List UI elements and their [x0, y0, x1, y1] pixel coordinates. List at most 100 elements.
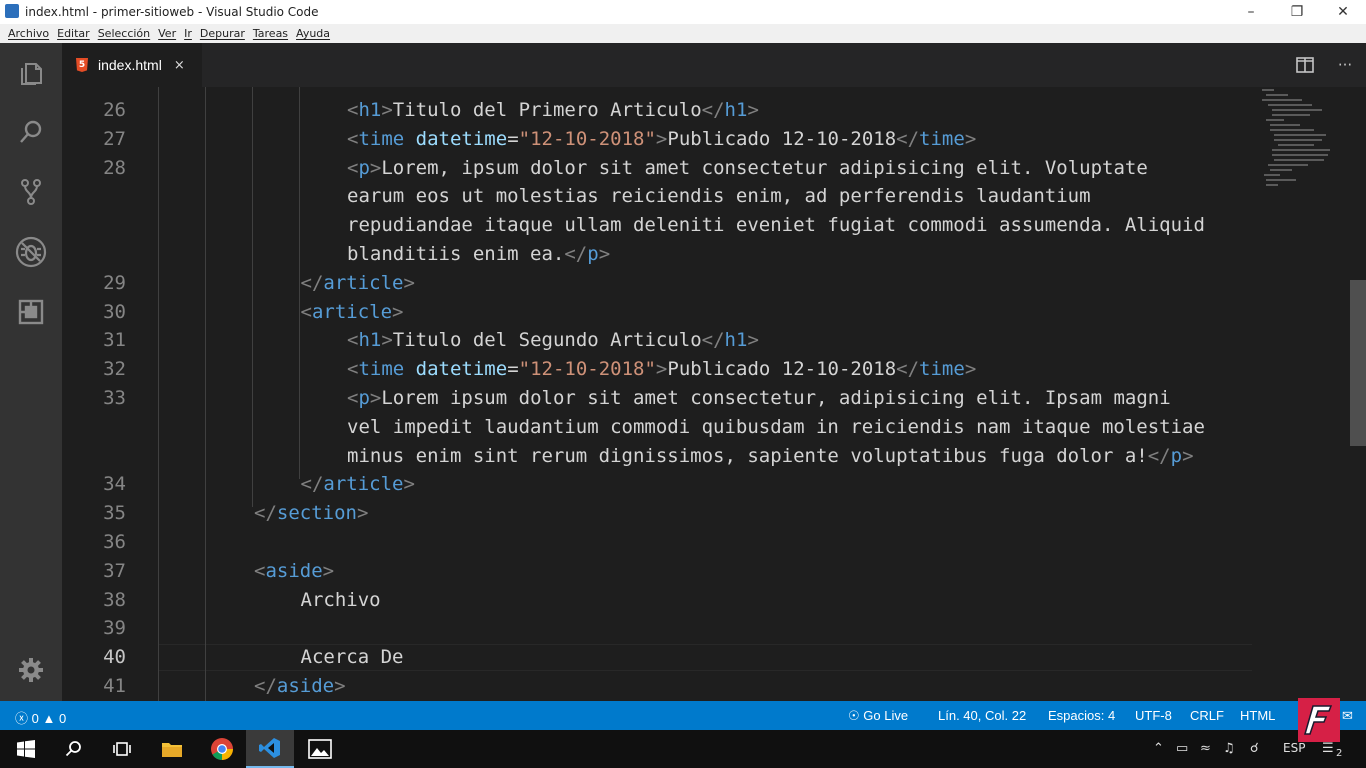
code-line[interactable]: 40 Acerca De: [62, 643, 1252, 672]
code-line[interactable]: blanditiis enim ea.</p>: [62, 240, 1252, 269]
code-line[interactable]: 32 <time datetime="12-10-2018">Publicado …: [62, 355, 1252, 384]
code-line[interactable]: 33 <p>Lorem ipsum dolor sit amet consecte…: [62, 384, 1252, 413]
volume-icon[interactable]: ♫: [1223, 741, 1235, 756]
code-token-str: "12-10-2018": [518, 127, 656, 150]
code-line[interactable]: earum eos ut molestias reiciendis enim, …: [62, 182, 1252, 211]
line-number: 38: [103, 588, 126, 611]
source-control-icon[interactable]: [0, 163, 62, 221]
eol-setting[interactable]: CRLF: [1190, 708, 1224, 723]
menu-ayuda[interactable]: Ayuda: [292, 27, 334, 40]
search-icon[interactable]: [0, 103, 62, 161]
menu-bar: Archivo Editar Selección Ver Ir Depurar …: [0, 24, 1366, 43]
minimize-icon[interactable]: –: [1228, 0, 1274, 24]
go-live-button[interactable]: ☉ Go Live: [848, 708, 908, 724]
minimap-line: [1272, 109, 1322, 111]
code-line[interactable]: vel impedit laudantium commodi quibusdam…: [62, 413, 1252, 442]
minimap-line: [1262, 99, 1302, 101]
more-actions-icon[interactable]: ···: [1334, 55, 1356, 75]
input-language[interactable]: ESP: [1283, 741, 1305, 755]
split-editor-icon[interactable]: [1294, 55, 1316, 75]
line-number: 31: [103, 329, 126, 352]
close-icon[interactable]: ✕: [1320, 0, 1366, 24]
code-line[interactable]: 38 Archivo: [62, 586, 1252, 615]
explorer-icon[interactable]: [0, 45, 62, 103]
line-number: 41: [103, 675, 126, 697]
code-token-tag: h1: [724, 99, 748, 121]
code-line[interactable]: 26 <h1>Titulo del Primero Articulo</h1>: [62, 96, 1252, 125]
menu-depurar[interactable]: Depurar: [196, 27, 249, 40]
code-token-bracket: >: [964, 127, 977, 150]
chrome-icon[interactable]: [198, 730, 246, 768]
menu-tareas[interactable]: Tareas: [249, 27, 292, 40]
code-line[interactable]: 36: [62, 528, 1252, 557]
code-token-bracket: >: [381, 99, 393, 121]
problems-indicator[interactable]: ⓧ 0 ▲ 0: [15, 708, 66, 727]
code-line[interactable]: 41 </aside>: [62, 672, 1252, 701]
file-explorer-icon[interactable]: [148, 730, 196, 768]
code-token-attr: datetime: [415, 358, 508, 381]
line-code: <time datetime="12-10-2018">Publicado 12…: [347, 355, 976, 384]
code-line[interactable]: 39: [62, 614, 1252, 643]
code-token-text: blanditiis enim ea.: [347, 243, 565, 265]
code-line[interactable]: 27 <time datetime="12-10-2018">Publicado …: [62, 125, 1252, 154]
code-line[interactable]: 31 <h1>Titulo del Segundo Articulo</h1>: [62, 326, 1252, 355]
code-token-bracket: >: [747, 329, 759, 352]
task-view-icon[interactable]: [98, 730, 146, 768]
search-icon[interactable]: [50, 730, 98, 768]
encoding-setting[interactable]: UTF-8: [1135, 708, 1172, 723]
gear-icon[interactable]: [0, 641, 62, 699]
code-token-bracket: >: [356, 502, 369, 525]
indentation-setting[interactable]: Espacios: 4: [1048, 708, 1115, 723]
code-token-bracket: <: [347, 127, 359, 150]
minimap[interactable]: [1258, 87, 1346, 701]
code-editor[interactable]: 26 <h1>Titulo del Primero Articulo</h1> 27…: [62, 87, 1366, 701]
line-number: 40: [103, 646, 126, 669]
code-token-text: vel impedit laudantium commodi quibusdam…: [347, 415, 1205, 438]
extensions-icon[interactable]: [0, 283, 62, 341]
vscode-icon[interactable]: [246, 730, 294, 768]
chevron-up-icon[interactable]: ⌃: [1153, 741, 1164, 756]
minimap-line: [1278, 144, 1314, 146]
code-line[interactable]: 35 </section>: [62, 499, 1252, 528]
minimap-line: [1266, 184, 1278, 186]
code-line[interactable]: 34 </article>: [62, 470, 1252, 499]
code-line[interactable]: minus enim sint rerum dignissimos, sapie…: [62, 442, 1252, 471]
menu-ir[interactable]: Ir: [180, 27, 196, 40]
scrollbar-thumb[interactable]: [1350, 280, 1366, 446]
photos-icon[interactable]: [296, 730, 344, 768]
code-line[interactable]: repudiandae itaque ullam deleniti evenie…: [62, 211, 1252, 240]
code-line[interactable]: 29 </article>: [62, 269, 1252, 298]
maximize-icon[interactable]: ❐: [1274, 0, 1320, 24]
network-icon[interactable]: ☌: [1250, 741, 1259, 756]
code-line[interactable]: 37 <aside>: [62, 557, 1252, 586]
menu-archivo[interactable]: Archivo: [4, 27, 53, 40]
code-token-bracket: </: [1147, 444, 1171, 467]
code-token-tag: time: [919, 358, 965, 381]
code-token-bracket: <: [300, 300, 312, 323]
code-token-str: "12-10-2018": [518, 358, 656, 381]
code-token-bracket: >: [964, 358, 977, 381]
code-token-bracket: >: [747, 99, 759, 121]
code-token-bracket: </: [701, 329, 725, 352]
menu-seleccion[interactable]: Selección: [94, 27, 154, 40]
wifi-icon[interactable]: ≈: [1200, 741, 1211, 756]
start-icon[interactable]: [2, 730, 50, 768]
menu-ver[interactable]: Ver: [154, 27, 180, 40]
cursor-position[interactable]: Lín. 40, Col. 22: [938, 708, 1026, 723]
minimap-line: [1262, 89, 1274, 91]
action-center-icon[interactable]: ☰: [1322, 741, 1334, 756]
code-line[interactable]: 28 <p>Lorem, ipsum dolor sit amet consect…: [62, 154, 1252, 183]
line-number: 30: [103, 300, 126, 323]
battery-icon[interactable]: ▭: [1176, 741, 1188, 756]
language-mode[interactable]: HTML: [1240, 708, 1275, 723]
debug-icon[interactable]: [0, 223, 62, 281]
code-line[interactable]: 30 <article>: [62, 298, 1252, 327]
tab-index-html[interactable]: 5 index.html ×: [62, 43, 202, 87]
menu-editar[interactable]: Editar: [53, 27, 94, 40]
code-token-bracket: <: [347, 387, 359, 409]
close-tab-icon[interactable]: ×: [174, 58, 185, 73]
broadcast-icon: ☉: [848, 708, 860, 723]
code-token-bracket: >: [403, 473, 415, 496]
notification-bell-icon[interactable]: ✉: [1342, 708, 1353, 724]
